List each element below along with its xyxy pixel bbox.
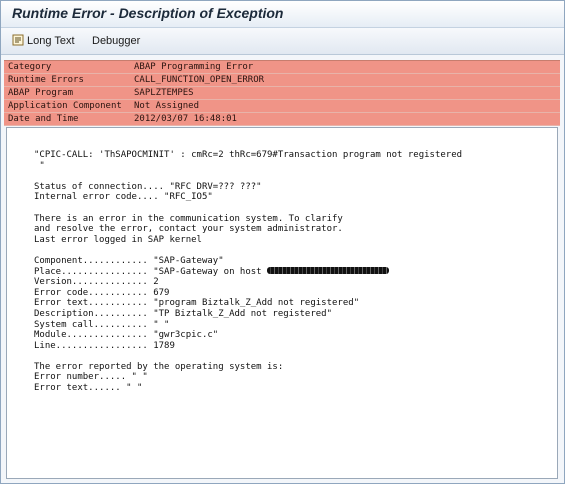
error-details-pane[interactable]: "CPIC-CALL: 'ThSAPOCMINIT' : cmRc=2 thRc… — [6, 127, 558, 479]
detail-line: Error text...... " " — [34, 383, 143, 394]
detail-line: " — [34, 160, 45, 171]
header-field-value: CALL_FUNCTION_OPEN_ERROR — [134, 75, 265, 85]
application-toolbar: Long Text Debugger — [1, 28, 564, 55]
header-row: Application Component Not Assigned — [4, 100, 560, 113]
header-row: ABAP Program SAPLZTEMPES — [4, 87, 560, 100]
window-title: Runtime Error - Description of Exception — [12, 5, 284, 21]
redacted-hostname — [267, 266, 389, 274]
detail-line: System call.......... " " — [34, 319, 170, 330]
detail-line: Place................ "SAP-Gateway on ho… — [34, 266, 549, 278]
header-field-label: Application Component — [8, 101, 122, 111]
debugger-button[interactable]: Debugger — [92, 33, 140, 49]
document-lines-icon — [12, 34, 24, 46]
detail-line: Internal error code.... "RFC_IO5" — [34, 192, 213, 203]
detail-line — [34, 351, 549, 362]
detail-line: Version.............. 2 — [34, 277, 159, 288]
detail-line: Error number..... " " — [34, 372, 148, 383]
detail-line: There is an error in the communication s… — [34, 213, 343, 224]
error-details-text: "CPIC-CALL: 'ThSAPOCMINIT' : cmRc=2 thRc… — [34, 150, 549, 394]
header-row: Runtime Errors CALL_FUNCTION_OPEN_ERROR — [4, 74, 560, 87]
header-field-value: SAPLZTEMPES — [134, 88, 194, 98]
header-field-label: Runtime Errors — [8, 75, 84, 85]
detail-line: The error reported by the operating syst… — [34, 361, 284, 372]
detail-line: Description.......... "TP Biztalk_Z_Add … — [34, 308, 333, 319]
detail-line: and resolve the error, contact your syst… — [34, 224, 343, 235]
detail-line — [34, 171, 549, 182]
header-field-value: ABAP Programming Error — [134, 62, 254, 72]
header-field-label: Category — [8, 62, 52, 72]
long-text-label: Long Text — [27, 35, 75, 47]
header-row: Category ABAP Programming Error — [4, 61, 560, 74]
detail-line — [34, 203, 549, 214]
header-field-value: 2012/03/07 16:48:01 — [134, 114, 237, 124]
error-header-table: Category ABAP Programming Error Runtime Er… — [4, 60, 560, 126]
header-row: Date and Time 2012/03/07 16:48:01 — [4, 113, 560, 126]
detail-line: "CPIC-CALL: 'ThSAPOCMINIT' : cmRc=2 thRc… — [34, 150, 463, 160]
detail-line — [34, 245, 549, 256]
header-field-value: Not Assigned — [134, 101, 200, 111]
detail-line: Line................. 1789 — [34, 340, 175, 351]
detail-line: Error text........... "program Biztalk_Z… — [34, 298, 360, 309]
detail-line: Status of connection.... "RFC DRV=??? ??… — [34, 181, 262, 192]
detail-line: Last error logged in SAP kernel — [34, 234, 202, 245]
runtime-error-window: Runtime Error - Description of Exception… — [0, 0, 565, 484]
long-text-button[interactable]: Long Text — [12, 33, 75, 49]
title-bar: Runtime Error - Description of Exception — [1, 1, 564, 28]
header-field-label: ABAP Program — [8, 88, 74, 98]
detail-line: Error code........... 679 — [34, 287, 170, 298]
detail-line: Component............ "SAP-Gateway" — [34, 255, 224, 266]
header-field-label: Date and Time — [8, 114, 79, 124]
detail-line: Module............... "gwr3cpic.c" — [34, 330, 219, 341]
